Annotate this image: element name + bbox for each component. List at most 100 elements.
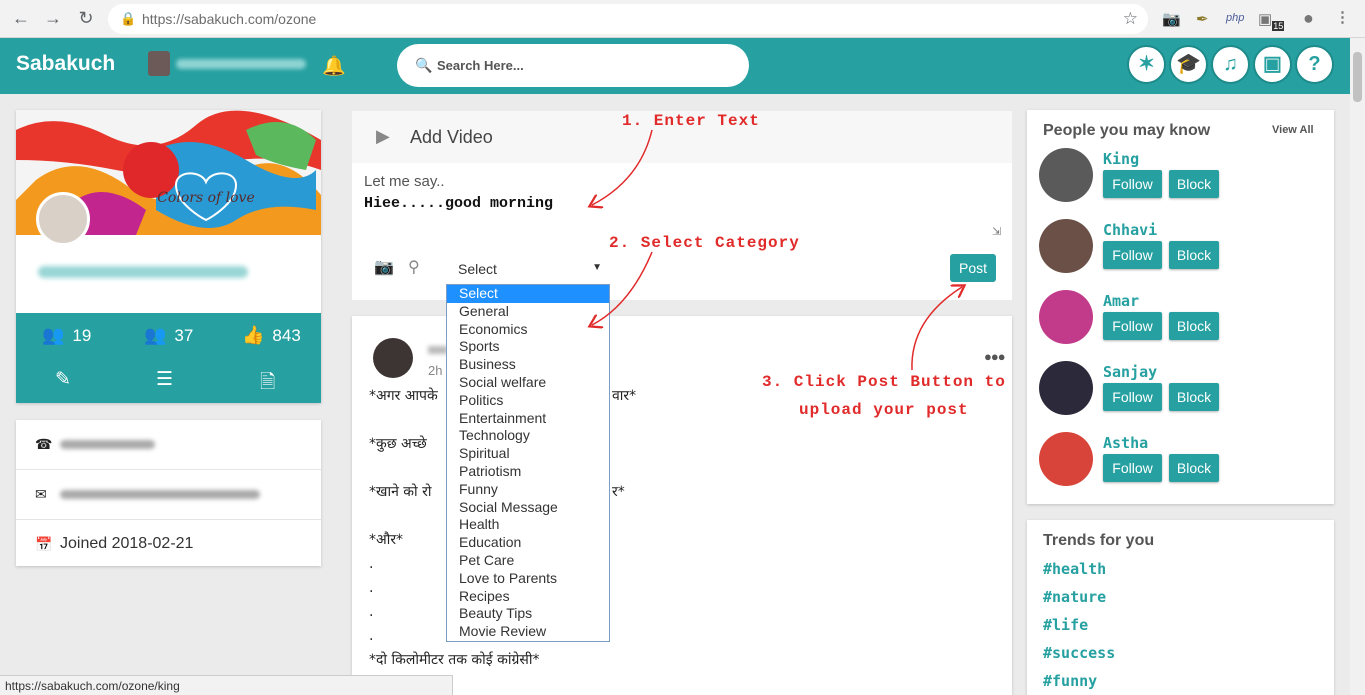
block-button[interactable]: Block [1169, 383, 1219, 411]
graduation-cap-icon[interactable]: 🎓 [1169, 45, 1208, 84]
user-avatar[interactable] [148, 51, 170, 76]
friends-icon: 👥 [42, 325, 65, 345]
follow-button[interactable]: Follow [1103, 241, 1162, 269]
annotation-step-3: 3. Click Post Button to [762, 373, 1006, 391]
document-icon[interactable]: 🗎 [260, 368, 275, 400]
person-name[interactable]: Sanjay [1103, 363, 1157, 381]
page-scrollbar[interactable] [1350, 38, 1365, 695]
person-avatar[interactable] [1039, 290, 1093, 344]
profile-avatar[interactable] [36, 192, 90, 246]
follow-button[interactable]: Follow [1103, 312, 1162, 340]
menu-dots-icon[interactable]: ⋮ [1335, 8, 1350, 26]
category-option[interactable]: Patriotism [447, 463, 609, 481]
trend-hashtag[interactable]: #success [1043, 644, 1115, 662]
add-video-tab[interactable]: Add Video [410, 127, 493, 148]
person-name[interactable]: Amar [1103, 292, 1139, 310]
address-bar[interactable]: 🔒 https://sabakuch.com/ozone ☆ [108, 4, 1148, 34]
category-option[interactable]: Entertainment [447, 410, 609, 428]
composer-textarea[interactable]: Hiee.....good morning [364, 195, 553, 212]
person-avatar[interactable] [1039, 361, 1093, 415]
textarea-resize-handle[interactable]: ⇲ [992, 225, 1001, 238]
trend-hashtag[interactable]: #nature [1043, 588, 1106, 606]
envelope-icon: ✉ [35, 486, 47, 502]
person-name[interactable]: Astha [1103, 434, 1148, 452]
followers-count[interactable]: 👥 37 [144, 325, 193, 346]
post-author-blurred[interactable] [428, 346, 448, 354]
search-input[interactable] [437, 54, 727, 76]
edit-icon[interactable]: ✎ [55, 368, 71, 391]
camera-extension-icon[interactable]: 📷 [1162, 10, 1181, 28]
photo-camera-icon[interactable]: 📷 [374, 257, 394, 277]
forward-icon[interactable]: → [42, 8, 64, 29]
post-line: *कुछ अच्छे [369, 436, 427, 452]
category-option[interactable]: Love to Parents [447, 570, 609, 588]
music-note-icon[interactable]: ♫ [1211, 45, 1250, 84]
post-button[interactable]: Post [950, 254, 996, 282]
category-option[interactable]: Spiritual [447, 445, 609, 463]
category-option[interactable]: Technology [447, 427, 609, 445]
trend-hashtag[interactable]: #funny [1043, 672, 1097, 690]
category-option[interactable]: Social Message [447, 499, 609, 517]
block-button[interactable]: Block [1169, 312, 1219, 340]
back-icon[interactable]: ← [10, 8, 32, 29]
category-dropdown-list[interactable]: Select General Economics Sports Business Soci… [446, 284, 610, 642]
network-icon[interactable]: ✶ [1127, 45, 1166, 84]
gallery-icon[interactable]: ▣ [1253, 45, 1292, 84]
bookmark-star-icon[interactable]: ☆ [1123, 9, 1138, 29]
person-name[interactable]: Chhavi [1103, 221, 1157, 239]
category-option[interactable]: Beauty Tips [447, 605, 609, 623]
scrollbar-thumb[interactable] [1353, 52, 1362, 102]
post-line: . [369, 556, 374, 572]
php-extension-icon[interactable]: php [1226, 12, 1244, 24]
joined-row: 📅 Joined 2018-02-21 [16, 520, 321, 570]
trend-hashtag[interactable]: #life [1043, 616, 1088, 634]
category-option[interactable]: Recipes [447, 588, 609, 606]
category-option[interactable]: Health [447, 516, 609, 534]
view-all-link[interactable]: View All [1272, 124, 1314, 136]
follow-button[interactable]: Follow [1103, 454, 1162, 482]
extension-badge-icon[interactable]: ▣15 [1258, 10, 1285, 31]
likes-count[interactable]: 👍 843 [242, 325, 301, 346]
category-option[interactable]: Business [447, 356, 609, 374]
help-icon[interactable]: ? [1295, 45, 1334, 84]
post-time: 2h [428, 363, 443, 378]
person-avatar[interactable] [1039, 148, 1093, 202]
category-option[interactable]: Politics [447, 392, 609, 410]
person-avatar[interactable] [1039, 432, 1093, 486]
category-option[interactable]: Select [447, 285, 609, 303]
block-button[interactable]: Block [1169, 170, 1219, 198]
follow-button[interactable]: Follow [1103, 383, 1162, 411]
profile-name-blurred[interactable] [38, 266, 248, 278]
account-icon[interactable]: ● [1303, 8, 1314, 29]
composer: Let me say.. Hiee.....good morning ⇲ 📷 ⚲… [352, 163, 1012, 300]
friends-count[interactable]: 👥 19 [42, 325, 91, 346]
block-button[interactable]: Block [1169, 241, 1219, 269]
follow-button[interactable]: Follow [1103, 170, 1162, 198]
email-blurred [60, 490, 260, 499]
more-options-icon[interactable]: ●●● [984, 349, 1006, 364]
person-avatar[interactable] [1039, 219, 1093, 273]
post-line: . [369, 604, 374, 620]
trend-hashtag[interactable]: #health [1043, 560, 1106, 578]
category-select[interactable]: Select ▼ [448, 261, 608, 281]
category-option[interactable]: General [447, 303, 609, 321]
eyedropper-extension-icon[interactable]: ✒ [1196, 10, 1209, 28]
category-option[interactable]: Education [447, 534, 609, 552]
bell-icon[interactable]: 🔔 [322, 54, 346, 78]
category-option[interactable]: Economics [447, 321, 609, 339]
post-author-avatar[interactable] [373, 338, 413, 378]
person-name[interactable]: King [1103, 150, 1139, 168]
list-icon[interactable]: ☰ [156, 368, 173, 391]
block-button[interactable]: Block [1169, 454, 1219, 482]
chevron-down-icon: ▼ [592, 262, 602, 273]
category-option[interactable]: Pet Care [447, 552, 609, 570]
username-blurred[interactable] [176, 59, 306, 69]
category-option[interactable]: Social welfare [447, 374, 609, 392]
location-pin-icon[interactable]: ⚲ [408, 257, 420, 277]
lock-icon: 🔒 [120, 11, 137, 26]
category-option[interactable]: Funny [447, 481, 609, 499]
category-option[interactable]: Movie Review [447, 623, 609, 641]
site-logo[interactable]: Sabakuch [16, 52, 115, 76]
category-option[interactable]: Sports [447, 338, 609, 356]
reload-icon[interactable]: ↻ [75, 8, 97, 29]
